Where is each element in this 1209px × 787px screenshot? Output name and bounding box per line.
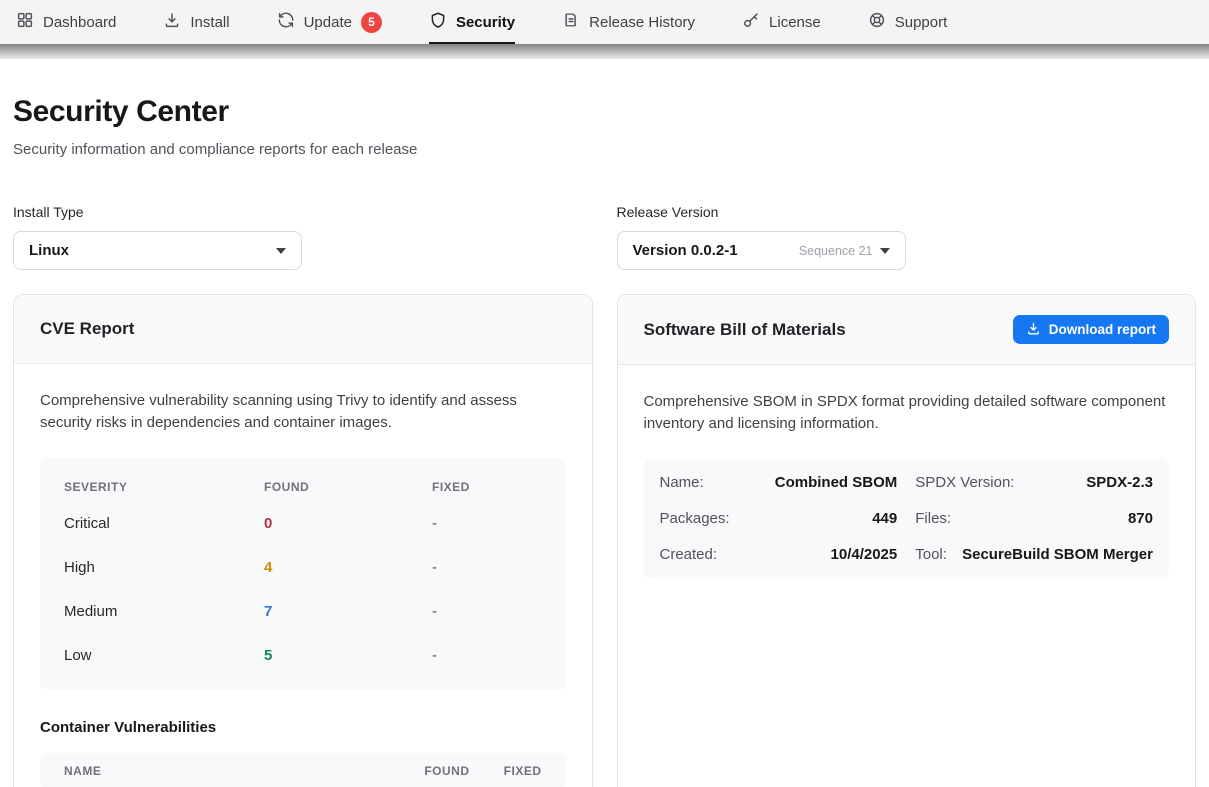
sbom-details-panel: Name: Combined SBOM SPDX Version: SPDX-2… <box>644 459 1170 579</box>
cve-report-description: Comprehensive vulnerability scanning usi… <box>40 390 566 434</box>
sbom-title: Software Bill of Materials <box>644 320 846 340</box>
column-header-fixed: FIXED <box>470 764 542 778</box>
detail-value: Combined SBOM <box>775 474 898 491</box>
sbom-detail-spdx-version: SPDX Version: SPDX-2.3 <box>915 465 1153 501</box>
tab-update[interactable]: Update 5 <box>277 0 382 44</box>
cve-report-header: CVE Report <box>14 295 592 364</box>
severity-label: High <box>64 559 264 576</box>
column-header-name: NAME <box>64 764 386 778</box>
sbom-detail-tool: Tool: SecureBuild SBOM Merger <box>915 537 1153 573</box>
detail-label: SPDX Version: <box>915 474 1014 491</box>
top-navigation: Dashboard Install Update 5 Security Rele… <box>0 0 1209 44</box>
header-shadow-band <box>0 44 1209 59</box>
column-header-found: FOUND <box>386 764 470 778</box>
column-header-found: FOUND <box>264 480 432 494</box>
container-vulnerabilities-header: NAME FOUND FIXED <box>40 753 566 787</box>
download-report-label: Download report <box>1049 322 1156 337</box>
download-icon <box>1026 321 1041 339</box>
column-header-severity: SEVERITY <box>64 480 264 494</box>
tab-label: Release History <box>589 14 695 31</box>
found-count: 7 <box>264 603 432 620</box>
release-history-document-icon <box>562 11 580 33</box>
sbom-detail-packages: Packages: 449 <box>660 501 898 537</box>
support-lifebuoy-icon <box>868 11 886 33</box>
severity-table-header: SEVERITY FOUND FIXED <box>40 464 566 502</box>
tab-support[interactable]: Support <box>868 0 948 44</box>
cve-report-title: CVE Report <box>40 319 134 339</box>
severity-label: Low <box>64 647 264 664</box>
update-refresh-icon <box>277 11 295 33</box>
dashboard-icon <box>16 11 34 33</box>
table-row-medium: Medium 7 - <box>40 590 566 634</box>
found-count: 0 <box>264 515 432 532</box>
detail-value: SPDX-2.3 <box>1086 474 1153 491</box>
detail-label: Tool: <box>915 546 947 563</box>
cve-report-card: CVE Report Comprehensive vulnerability s… <box>13 294 593 787</box>
tab-label: License <box>769 14 821 31</box>
detail-label: Files: <box>915 510 951 527</box>
install-download-icon <box>163 11 181 33</box>
table-row-low: Low 5 - <box>40 634 566 678</box>
fixed-count: - <box>432 515 542 532</box>
sbom-detail-created: Created: 10/4/2025 <box>660 537 898 573</box>
sequence-label: Sequence 21 <box>799 244 873 258</box>
license-key-icon <box>742 11 760 33</box>
severity-table: SEVERITY FOUND FIXED Critical 0 - High 4… <box>40 458 566 690</box>
detail-label: Name: <box>660 474 704 491</box>
table-row-high: High 4 - <box>40 546 566 590</box>
tab-label: Update <box>304 14 352 31</box>
sbom-description: Comprehensive SBOM in SPDX format provid… <box>644 391 1170 435</box>
release-version-label: Release Version <box>617 204 1197 220</box>
tab-dashboard[interactable]: Dashboard <box>16 0 116 44</box>
column-header-fixed: FIXED <box>432 480 542 494</box>
install-type-select[interactable]: Linux <box>13 231 302 270</box>
release-version-filter: Release Version Version 0.0.2-1 Sequence… <box>617 204 1197 270</box>
fixed-count: - <box>432 559 542 576</box>
sbom-card: Software Bill of Materials Download repo… <box>617 294 1197 787</box>
tab-label: Install <box>190 14 229 31</box>
table-row-critical: Critical 0 - <box>40 502 566 546</box>
sbom-detail-files: Files: 870 <box>915 501 1153 537</box>
tab-release-history[interactable]: Release History <box>562 0 695 44</box>
page-title: Security Center <box>13 95 1196 129</box>
tab-license[interactable]: License <box>742 0 821 44</box>
sbom-detail-name: Name: Combined SBOM <box>660 465 898 501</box>
install-type-value: Linux <box>29 242 69 259</box>
page-subtitle: Security information and compliance repo… <box>13 141 1196 158</box>
container-vulnerabilities-title: Container Vulnerabilities <box>40 719 566 736</box>
detail-value: 870 <box>1128 510 1153 527</box>
filters-row: Install Type Linux Release Version Versi… <box>13 204 1196 270</box>
tab-install[interactable]: Install <box>163 0 229 44</box>
chevron-down-icon <box>276 248 286 254</box>
found-count: 5 <box>264 647 432 664</box>
fixed-count: - <box>432 603 542 620</box>
severity-label: Critical <box>64 515 264 532</box>
tab-label: Support <box>895 14 948 31</box>
security-shield-icon <box>429 11 447 33</box>
sbom-header: Software Bill of Materials Download repo… <box>618 295 1196 365</box>
download-report-button[interactable]: Download report <box>1013 315 1169 344</box>
release-version-select[interactable]: Version 0.0.2-1 Sequence 21 <box>617 231 906 270</box>
tab-label: Security <box>456 14 515 31</box>
update-count-badge: 5 <box>361 12 382 33</box>
detail-value: 449 <box>872 510 897 527</box>
fixed-count: - <box>432 647 542 664</box>
tab-security[interactable]: Security <box>429 0 515 44</box>
detail-value: 10/4/2025 <box>831 546 898 563</box>
severity-label: Medium <box>64 603 264 620</box>
detail-label: Created: <box>660 546 718 563</box>
install-type-label: Install Type <box>13 204 593 220</box>
detail-label: Packages: <box>660 510 730 527</box>
install-type-filter: Install Type Linux <box>13 204 593 270</box>
found-count: 4 <box>264 559 432 576</box>
detail-value: SecureBuild SBOM Merger <box>962 546 1153 563</box>
release-version-value: Version 0.0.2-1 <box>633 242 738 259</box>
tab-label: Dashboard <box>43 14 116 31</box>
chevron-down-icon <box>880 248 890 254</box>
